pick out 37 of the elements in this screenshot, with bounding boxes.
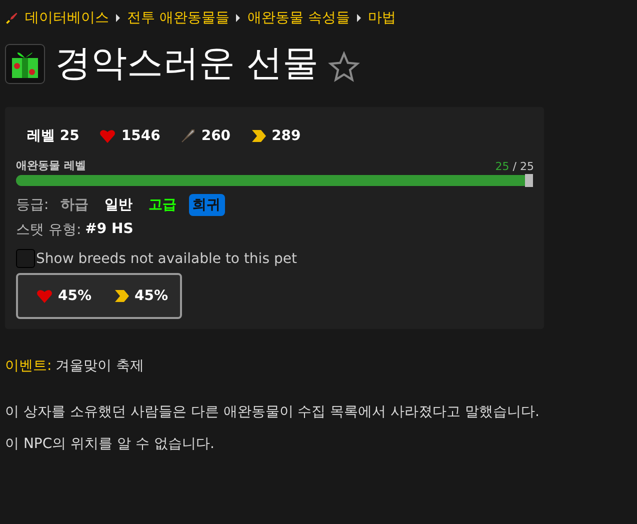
- progress-label: 애완동물 레벨: [16, 158, 86, 173]
- stat-value: 45%: [134, 288, 168, 304]
- progress-max: / 25: [512, 160, 534, 173]
- level-value: 레벨 25: [27, 127, 80, 145]
- breadcrumb-link[interactable]: 데이터베이스: [25, 9, 109, 27]
- quality-option[interactable]: 희귀: [188, 194, 225, 216]
- quality-option[interactable]: 하급: [56, 194, 93, 216]
- breed-label: 스탯 유형:: [16, 221, 82, 239]
- breed-card[interactable]: 45% 45%: [16, 273, 182, 319]
- heart-icon: [36, 289, 53, 303]
- heart-icon: [99, 129, 116, 143]
- progress-current: 25: [495, 160, 510, 173]
- gift-icon: [5, 44, 45, 84]
- caret-icon: [116, 14, 120, 22]
- caret-icon: [236, 14, 240, 22]
- star-icon[interactable]: [328, 51, 360, 83]
- stat-value: 45%: [58, 288, 92, 304]
- event-value: 겨울맞이 축제: [56, 357, 144, 375]
- description-text: 이 NPC의 위치를 알 수 없습니다.: [5, 435, 216, 453]
- description-text: 이 상자를 소유했던 사람들은 다른 애완동물이 수집 목록에서 사라졌다고 말했습니다.: [5, 403, 541, 421]
- stat-value: 289: [272, 128, 301, 144]
- caret-icon: [356, 14, 361, 22]
- checkbox-label: Show breeds not available to this pet: [36, 250, 297, 266]
- breadcrumb-link[interactable]: 애완동물 속성들: [247, 9, 350, 27]
- breadcrumb-link[interactable]: 전투 애완동물들: [127, 9, 230, 27]
- progress-handle[interactable]: [525, 174, 533, 187]
- event-label: 이벤트:: [5, 357, 52, 375]
- breed-value: #9 HS: [85, 221, 134, 239]
- stat-value: 1546: [121, 128, 160, 144]
- stat-value: 260: [201, 128, 231, 144]
- quality-option[interactable]: 일반: [100, 194, 137, 216]
- sword-icon: [180, 128, 196, 144]
- quality-option[interactable]: 고급: [144, 194, 181, 216]
- page-title: 경악스러운 선물: [55, 42, 318, 86]
- quality-label: 등급:: [16, 196, 49, 214]
- breadcrumb-link[interactable]: 마법: [368, 9, 396, 27]
- checkbox[interactable]: [16, 249, 35, 268]
